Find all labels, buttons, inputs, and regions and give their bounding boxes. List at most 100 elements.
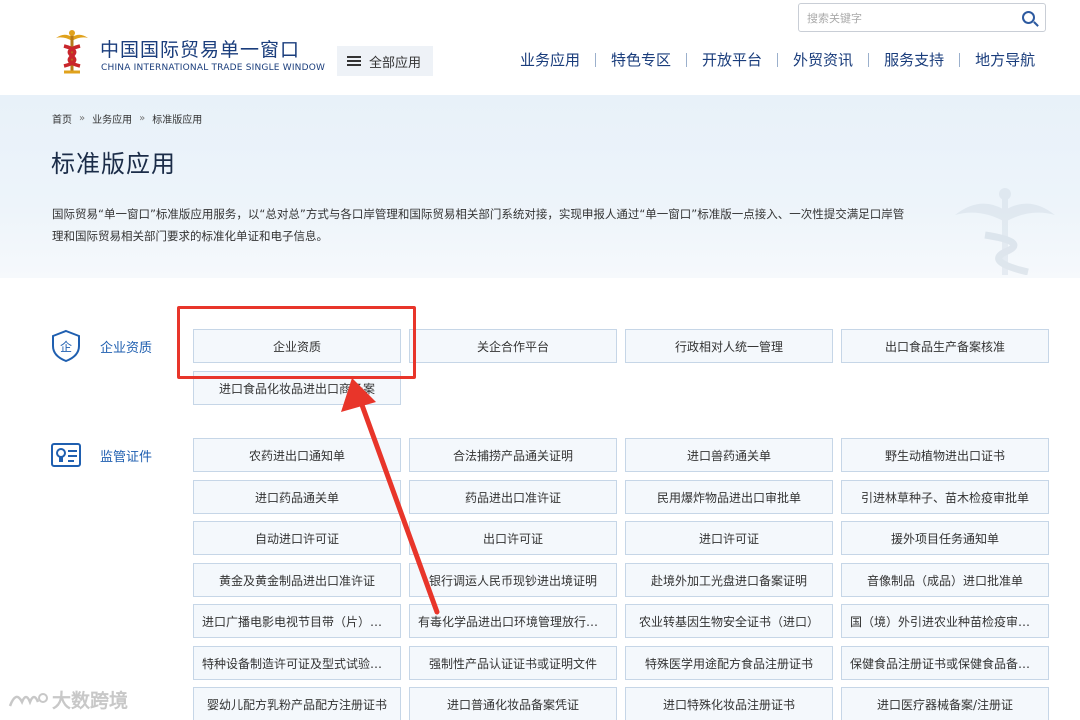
app-tile[interactable]: 引进林草种子、苗木检疫审批单 [841,480,1049,514]
app-tile-label: 关企合作平台 [476,339,549,354]
app-tile[interactable]: 进口药品通关单 [193,480,401,514]
caduceus-watermark-icon [955,188,1055,275]
category-label: 监管证件 [100,449,153,465]
app-tile[interactable]: 进口广播电影电视节目带（片）提取单 [193,604,401,638]
app-tile-label: 进口特殊化妆品注册证书 [662,697,795,712]
logo-title[interactable]: 中国国际贸易单一窗口 [100,35,300,62]
app-tile-label: 保健食品注册证书或保健食品备案凭证 [850,656,1040,671]
app-tile[interactable]: 进口食品化妆品进出口商备案 [193,371,401,405]
watermark-logo-icon [8,692,48,706]
app-tile[interactable]: 银行调运人民币现钞进出境证明 [409,563,617,597]
certificate-card-icon [51,443,81,467]
app-tile[interactable]: 音像制品（成品）进口批准单 [841,563,1049,597]
app-tile[interactable]: 国（境）外引进农业种苗检疫审批单 [841,604,1049,638]
app-tile-label: 有毒化学品进出口环境管理放行通知单 [418,614,608,629]
breadcrumb-separator: » [139,113,146,124]
app-tile-label: 国（境）外引进农业种苗检疫审批单 [850,614,1040,629]
app-tile-label: 出口食品生产备案核准 [884,339,1005,354]
app-tile[interactable]: 自动进口许可证 [193,521,401,555]
app-tile-label: 音像制品（成品）进口批准单 [866,573,1023,588]
app-tile[interactable]: 药品进出口准许证 [409,480,617,514]
app-tile-label: 银行调运人民币现钞进出境证明 [428,573,597,588]
all-apps-label: 全部应用 [369,55,422,71]
main-nav: 业务应用 特色专区 开放平台 外贸资讯 服务支持 地方导航 [505,49,1050,70]
page-description: 国际贸易“单一窗口”标准版应用服务，以“总对总”方式与各口岸管理和国际贸易相关部… [52,207,905,243]
all-apps-button[interactable]: 全部应用 [337,46,433,76]
logo-subtitle[interactable]: CHINA INTERNATIONAL TRADE SINGLE WINDOW [101,63,325,73]
category-enterprise-qualification: 企 企业资质 [50,329,152,363]
app-tile[interactable]: 有毒化学品进出口环境管理放行通知单 [409,604,617,638]
svg-text:企: 企 [60,339,72,354]
nav-item-trade-news[interactable]: 外贸资讯 [778,49,868,70]
watermark-text: 大数跨境 [52,690,129,712]
app-tile[interactable]: 企业资质 [193,329,401,363]
nav-item-featured[interactable]: 特色专区 [596,49,686,70]
nav-item-local-nav[interactable]: 地方导航 [960,49,1050,70]
app-tile[interactable]: 进口兽药通关单 [625,438,833,472]
app-tile[interactable]: 赴境外加工光盘进口备案证明 [625,563,833,597]
app-tile-label: 进口药品通关单 [254,490,339,505]
app-tile-label: 进口医疗器械备案/注册证 [876,697,1014,712]
category-regulatory-certificates: 监管证件 [50,438,152,472]
breadcrumb-separator: » [79,113,86,124]
enterprise-shield-icon: 企 [52,329,80,363]
search-input[interactable] [807,9,1007,27]
app-tile[interactable]: 农药进出口通知单 [193,438,401,472]
app-tile[interactable]: 行政相对人统一管理 [625,329,833,363]
app-tile-label: 强制性产品认证证书或证明文件 [428,656,597,671]
nav-item-business-apps[interactable]: 业务应用 [505,49,595,70]
app-tile-label: 进口普通化妆品备案凭证 [446,697,579,712]
app-tile-label: 特殊医学用途配方食品注册证书 [644,656,813,671]
app-tile-label: 特种设备制造许可证及型式试验证书 [202,656,392,671]
app-tile-label: 企业资质 [272,339,321,354]
app-tile[interactable]: 出口食品生产备案核准 [841,329,1049,363]
nav-item-support[interactable]: 服务支持 [869,49,959,70]
app-tile-label: 进口广播电影电视节目带（片）提取单 [202,614,392,629]
watermark: 大数跨境 [8,686,128,713]
app-tile[interactable]: 强制性产品认证证书或证明文件 [409,646,617,680]
app-tile-label: 出口许可证 [482,531,543,546]
app-tile[interactable]: 特种设备制造许可证及型式试验证书 [193,646,401,680]
app-tile[interactable]: 合法捕捞产品通关证明 [409,438,617,472]
app-tile[interactable]: 黄金及黄金制品进出口准许证 [193,563,401,597]
nav-item-open-platform[interactable]: 开放平台 [687,49,777,70]
app-tile[interactable]: 进口医疗器械备案/注册证 [841,687,1049,720]
caduceus-logo-icon[interactable] [52,28,92,76]
search-box [798,3,1046,32]
page-title: 标准版应用 [51,150,176,178]
app-tile-label: 进口食品化妆品进出口商备案 [218,381,375,396]
menu-icon [347,56,361,66]
app-tile-label: 婴幼儿配方乳粉产品配方注册证书 [206,697,387,712]
app-tile-label: 药品进出口准许证 [464,490,561,505]
app-tile-label: 黄金及黄金制品进出口准许证 [218,573,375,588]
app-tile-label: 进口兽药通关单 [686,448,771,463]
app-tile[interactable]: 援外项目任务通知单 [841,521,1049,555]
category-label: 企业资质 [100,340,153,356]
breadcrumb-business-apps[interactable]: 业务应用 [92,111,132,126]
breadcrumb: 首页 » 业务应用 » 标准版应用 [52,111,202,126]
app-tile[interactable]: 婴幼儿配方乳粉产品配方注册证书 [193,687,401,720]
page-banner: 首页 » 业务应用 » 标准版应用 标准版应用 国际贸易“单一窗口”标准版应用服… [0,95,1080,278]
app-tile-label: 行政相对人统一管理 [674,339,783,354]
page-root: 中国国际贸易单一窗口 CHINA INTERNATIONAL TRADE SIN… [0,0,1080,720]
app-tile[interactable]: 野生动植物进出口证书 [841,438,1049,472]
app-tile-label: 农业转基因生物安全证书（进口） [638,614,819,629]
app-tile-label: 野生动植物进出口证书 [884,448,1005,463]
app-tile[interactable]: 保健食品注册证书或保健食品备案凭证 [841,646,1049,680]
app-tile-label: 合法捕捞产品通关证明 [452,448,573,463]
app-tile[interactable]: 进口特殊化妆品注册证书 [625,687,833,720]
app-tile[interactable]: 农业转基因生物安全证书（进口） [625,604,833,638]
app-tile[interactable]: 进口许可证 [625,521,833,555]
app-tile[interactable]: 民用爆炸物品进出口审批单 [625,480,833,514]
app-tile-label: 引进林草种子、苗木检疫审批单 [860,490,1029,505]
search-icon[interactable] [1022,11,1035,24]
app-tile[interactable]: 出口许可证 [409,521,617,555]
app-tile-label: 赴境外加工光盘进口备案证明 [650,573,807,588]
breadcrumb-current: 标准版应用 [152,115,203,126]
app-tile-label: 进口许可证 [698,531,759,546]
app-tile[interactable]: 特殊医学用途配方食品注册证书 [625,646,833,680]
breadcrumb-home[interactable]: 首页 [52,111,72,126]
app-tile[interactable]: 关企合作平台 [409,329,617,363]
app-tile-label: 农药进出口通知单 [248,448,345,463]
app-tile[interactable]: 进口普通化妆品备案凭证 [409,687,617,720]
